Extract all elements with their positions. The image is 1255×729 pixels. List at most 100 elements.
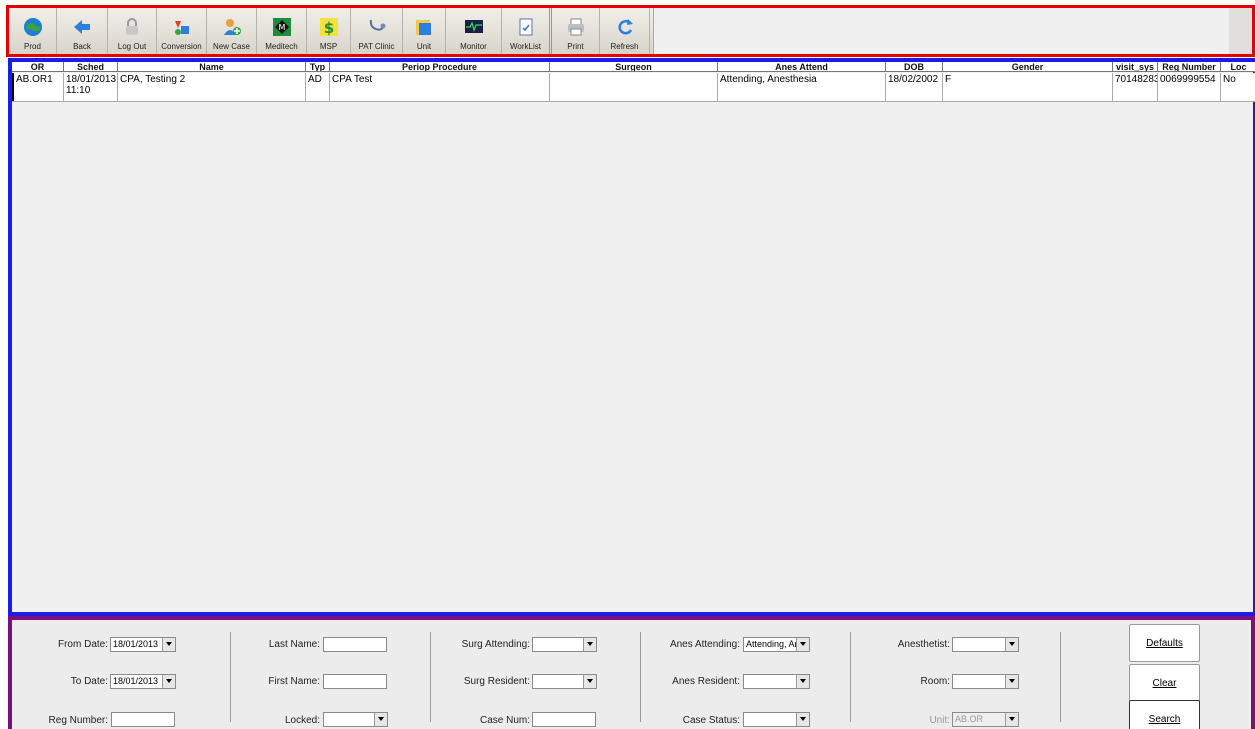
chevron-down-icon — [162, 638, 175, 651]
case-status-dropdown[interactable] — [743, 712, 810, 727]
surg-resident-dropdown[interactable] — [532, 674, 597, 689]
unit-value: AB.OR — [955, 714, 984, 724]
search-filter-panel: From Date: 18/01/2013 To Date: 18/01/201… — [8, 616, 1255, 729]
svg-text:$: $ — [323, 19, 333, 37]
chevron-down-icon — [162, 675, 175, 688]
log-out-label: Log Out — [117, 42, 147, 51]
clear-button[interactable]: Clear — [1129, 664, 1200, 702]
new-case-label: New Case — [213, 42, 250, 51]
printer-icon — [566, 17, 586, 37]
table-row[interactable]: AB.OR1 18/01/2013 11:10 CPA, Testing 2 A… — [12, 73, 1255, 102]
worklist-icon — [516, 17, 536, 37]
cell-anes-attend: Attending, Anesthesia — [718, 73, 886, 101]
filter-divider — [640, 632, 641, 722]
column-header-anes-attend[interactable]: Anes Attend — [718, 62, 886, 71]
conversion-button[interactable]: Conversion — [157, 8, 207, 54]
new-case-button[interactable]: New Case — [207, 8, 257, 54]
msp-button[interactable]: $ MSP — [307, 8, 351, 54]
print-label: Print — [567, 42, 584, 51]
filter-divider — [850, 632, 851, 722]
room-label: Room: — [920, 676, 950, 687]
to-date-picker[interactable]: 18/01/2013 — [110, 674, 176, 689]
cell-name: CPA, Testing 2 — [118, 73, 306, 101]
grid-header: OR Sched Name Typ Periop Procedure Surge… — [12, 62, 1255, 72]
filter-divider — [430, 632, 431, 722]
monitor-label: Monitor — [460, 42, 487, 51]
surg-attending-dropdown[interactable] — [532, 637, 597, 652]
chevron-down-icon — [1005, 713, 1018, 726]
first-name-label: First Name: — [268, 676, 320, 687]
cell-dob: 18/02/2002 — [886, 73, 943, 101]
anes-resident-dropdown[interactable] — [743, 674, 810, 689]
pat-clinic-button[interactable]: PAT Clinic — [351, 8, 403, 54]
search-button[interactable]: Search — [1129, 700, 1200, 729]
refresh-icon — [615, 17, 635, 37]
print-button[interactable]: Print — [552, 8, 600, 54]
filter-divider — [230, 632, 231, 722]
svg-text:M: M — [278, 23, 285, 32]
back-label: Back — [73, 42, 91, 51]
column-header-reg-number[interactable]: Reg Number — [1158, 62, 1221, 71]
unit-label: Unit — [416, 42, 432, 51]
column-header-dob[interactable]: DOB — [886, 62, 943, 71]
unit-button[interactable]: Unit — [403, 8, 446, 54]
case-num-label: Case Num: — [479, 715, 530, 726]
from-date-label: From Date: — [57, 639, 108, 650]
chevron-down-icon — [796, 713, 809, 726]
anesthetist-label: Anesthetist: — [897, 639, 950, 650]
cell-reg-number: 0069999554 — [1158, 73, 1221, 101]
back-button[interactable]: Back — [57, 8, 108, 54]
anesthetist-dropdown[interactable] — [952, 637, 1019, 652]
anes-resident-label: Anes Resident: — [672, 676, 740, 687]
from-date-picker[interactable]: 18/01/2013 — [110, 637, 176, 652]
case-num-input[interactable] — [532, 712, 596, 727]
column-header-visit-sys[interactable]: visit_sys — [1113, 62, 1158, 71]
meditech-button[interactable]: M Meditech — [257, 8, 307, 54]
locked-dropdown[interactable] — [323, 712, 388, 727]
cell-surgeon — [550, 73, 718, 101]
room-dropdown[interactable] — [952, 674, 1019, 689]
refresh-button[interactable]: Refresh — [600, 8, 650, 54]
prod-button[interactable]: Prod — [9, 8, 57, 54]
column-header-procedure[interactable]: Periop Procedure — [330, 62, 550, 71]
reg-number-input[interactable] — [111, 712, 175, 727]
chevron-down-icon — [583, 675, 596, 688]
filter-divider — [1060, 632, 1061, 722]
back-arrow-icon — [72, 17, 92, 37]
cell-or: AB.OR1 — [12, 73, 64, 101]
unit-icon — [414, 17, 434, 37]
column-header-typ[interactable]: Typ — [306, 62, 330, 71]
locked-label: Locked: — [284, 715, 320, 726]
cell-visit-sys: 70148283 — [1113, 73, 1158, 101]
prod-label: Prod — [24, 42, 41, 51]
toolbar-edge — [1229, 8, 1252, 54]
refresh-label: Refresh — [610, 42, 639, 51]
pat-clinic-label: PAT Clinic — [358, 42, 395, 51]
to-date-value: 18/01/2013 — [113, 676, 159, 686]
anes-attending-dropdown[interactable]: Attending, Ar — [743, 637, 810, 652]
worklist-button[interactable]: WorkList — [502, 8, 552, 54]
column-header-sched[interactable]: Sched — [64, 62, 118, 71]
chevron-down-icon — [374, 713, 387, 726]
surg-attending-label: Surg Attending: — [461, 639, 530, 650]
chevron-down-icon — [796, 675, 809, 688]
last-name-input[interactable] — [323, 637, 387, 652]
column-header-or[interactable]: OR — [12, 62, 64, 71]
column-header-surgeon[interactable]: Surgeon — [550, 62, 718, 71]
main-toolbar: Prod Back Log Out Conversion New Case M … — [6, 5, 1255, 57]
monitor-button[interactable]: Monitor — [446, 8, 502, 54]
cell-sched: 18/01/2013 11:10 — [64, 73, 118, 101]
from-date-value: 18/01/2013 — [113, 639, 159, 649]
column-header-gender[interactable]: Gender — [943, 62, 1113, 71]
chevron-down-icon — [583, 638, 596, 651]
column-header-loc[interactable]: Loc — [1221, 62, 1255, 71]
first-name-input[interactable] — [323, 674, 387, 689]
cell-procedure: CPA Test — [330, 73, 550, 101]
defaults-button[interactable]: Defaults — [1129, 624, 1200, 662]
chevron-down-icon — [796, 638, 809, 651]
log-out-button[interactable]: Log Out — [108, 8, 157, 54]
stethoscope-icon — [367, 17, 387, 37]
cell-typ: AD — [306, 73, 330, 101]
column-header-name[interactable]: Name — [118, 62, 306, 71]
anes-attending-value: Attending, Ar — [746, 639, 798, 649]
